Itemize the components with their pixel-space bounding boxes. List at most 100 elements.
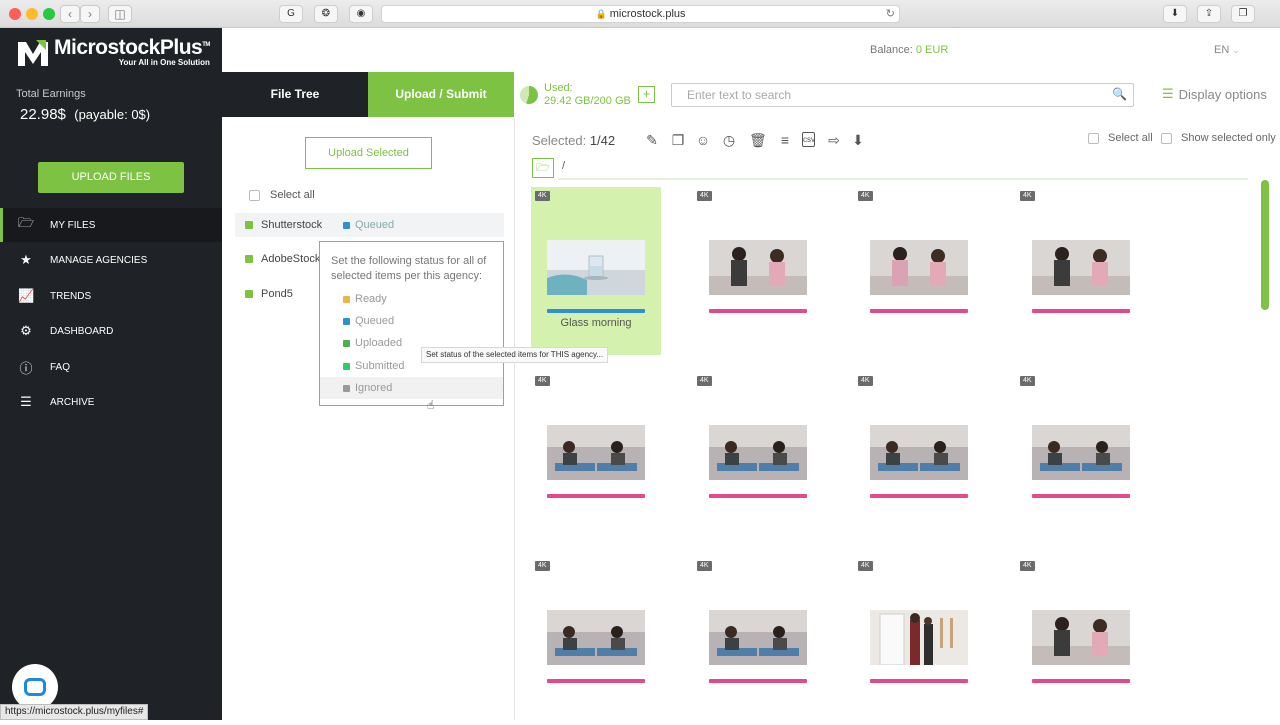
sidebar-item-my-files[interactable]: 🗁 MY FILES [0,208,222,242]
csv-icon[interactable]: csv [802,132,815,147]
sidebar: MicrostockPlusTM Your All in One Solutio… [0,28,222,720]
panel-select-all[interactable]: Select all [249,189,315,201]
download-icon[interactable]: ⬇ [850,132,866,148]
show-selected-only[interactable]: Show selected only [1161,132,1276,144]
display-options-button[interactable]: ☰ Display options [1162,86,1267,102]
file-status-bar [547,679,645,683]
lock-icon: 🔒 [595,9,607,19]
sidebar-item-archive[interactable]: ☰ ARCHIVE [0,385,222,419]
resolution-badge: 4K [858,191,873,201]
sidebar-item-dashboard[interactable]: ⚙ DASHBOARD [0,314,222,348]
share-icon[interactable]: ⇪ [1197,5,1221,23]
trash-icon[interactable]: 🗑 [749,132,767,148]
select-all-checkbox[interactable] [249,189,260,201]
file-tile[interactable]: 4K [854,372,984,540]
line-chart-icon: 📈 [18,288,35,303]
file-tile[interactable]: 4K [531,557,661,725]
file-thumbnail[interactable] [547,610,645,665]
sidebar-item-manage-agencies[interactable]: ★ MANAGE AGENCIES [0,243,222,277]
select-all-checkbox[interactable] [1088,132,1099,144]
smile-icon[interactable]: ☺ [695,132,711,148]
search-icon[interactable]: 🔍 [1112,87,1127,101]
address-bar[interactable]: 🔒 microstock.plus ↻ [381,5,900,23]
file-thumbnail[interactable] [870,240,968,295]
folder-open-icon: 🗁 [18,215,35,230]
file-tile[interactable]: 4K [854,187,984,355]
earnings-value: 22.98$ (payable: 0$) [20,106,151,123]
file-thumbnail[interactable] [547,240,645,295]
file-status-bar [870,679,968,683]
extension-shield-icon[interactable]: ◉ [349,5,373,23]
agency-status-dot [245,221,253,229]
file-tile[interactable]: 4K [531,372,661,540]
file-thumbnail[interactable] [870,425,968,480]
file-tile[interactable]: 4K [854,557,984,725]
resolution-badge: 4K [1020,191,1035,201]
show-selected-only-checkbox[interactable] [1161,132,1172,144]
scrollbar-thumb[interactable] [1261,180,1269,310]
file-tile[interactable]: 4K [693,557,823,725]
close-window-button[interactable] [9,8,21,20]
file-thumbnail[interactable] [709,610,807,665]
file-tile[interactable]: 4K [1016,557,1146,725]
language-select[interactable]: EN ⌄ [1214,44,1240,56]
extension-g-icon[interactable]: G [279,5,303,23]
storage-used: Used: 29.42 GB/200 GB [544,82,631,107]
file-tile[interactable]: 4K [1016,187,1146,355]
maximize-window-button[interactable] [43,8,55,20]
toolbar-select-all[interactable]: Select all [1088,132,1153,144]
balance: Balance: 0 EUR [870,44,949,56]
upload-selected-button[interactable]: Upload Selected [305,137,432,169]
forward-button[interactable]: › [80,5,100,23]
file-thumbnail[interactable] [709,240,807,295]
layers-icon[interactable]: ≡ [777,132,793,148]
back-button[interactable]: ‹ [60,5,80,23]
tab-upload-submit[interactable]: Upload / Submit [368,72,514,117]
breadcrumb: / [562,160,566,172]
tab-file-tree[interactable]: File Tree [222,72,368,117]
reload-icon[interactable]: ↻ [886,6,895,22]
folder-icon[interactable]: 🗁 [532,158,554,178]
file-thumbnail[interactable] [1032,240,1130,295]
file-thumbnail[interactable] [1032,610,1130,665]
status-option-ignored[interactable]: Ignored [320,377,503,399]
status-option-queued[interactable]: Queued [320,310,503,332]
status-popup: Set the following status for all of sele… [319,241,504,406]
agency-row-shutterstock[interactable]: Shutterstock Queued [235,213,504,237]
file-tile[interactable]: 4K [1016,372,1146,540]
file-thumbnail[interactable] [1032,425,1130,480]
status-option-ready[interactable]: Ready [320,288,503,310]
logo[interactable]: MicrostockPlusTM Your All in One Solutio… [16,36,210,67]
file-thumbnail[interactable] [547,425,645,480]
storage-pie-icon [520,86,538,104]
copy-icon[interactable]: ❐ [670,132,686,148]
sidebar-toggle-icon[interactable]: ◫ [108,5,132,23]
file-status-bar [1032,494,1130,498]
downloads-icon[interactable]: ⬇ [1163,5,1187,23]
file-status-bar [547,494,645,498]
minimize-window-button[interactable] [26,8,38,20]
file-tile[interactable]: 4K [693,187,823,355]
file-status-bar [709,309,807,313]
import-icon[interactable]: ⇨ [826,132,842,148]
file-status-bar [870,309,968,313]
popup-description: Set the following status for all of sele… [331,255,487,282]
file-tile[interactable]: 4K Glass morning [531,187,661,355]
file-thumbnail[interactable] [709,425,807,480]
add-storage-button[interactable]: + [638,86,655,103]
extension-runner-icon[interactable]: ❂ [314,5,338,23]
agency-status-dropdown[interactable]: Queued [343,219,394,231]
file-thumbnail[interactable] [870,610,968,665]
search-input[interactable] [687,84,1107,106]
resolution-badge: 4K [697,376,712,386]
pencil-icon[interactable]: ✎ [644,132,660,148]
tabs-icon[interactable]: ❐ [1231,5,1255,23]
sidebar-item-trends[interactable]: 📈 TRENDS [0,279,222,313]
upload-files-button[interactable]: UPLOAD FILES [38,162,184,193]
file-tile[interactable]: 4K [693,372,823,540]
resolution-badge: 4K [858,376,873,386]
gears-icon: ⚙ [20,323,32,338]
sidebar-item-faq[interactable]: ⓘ FAQ [0,350,222,384]
selected-count: Selected: 1/42 [532,133,616,148]
clock-icon[interactable]: ◷ [721,132,737,148]
